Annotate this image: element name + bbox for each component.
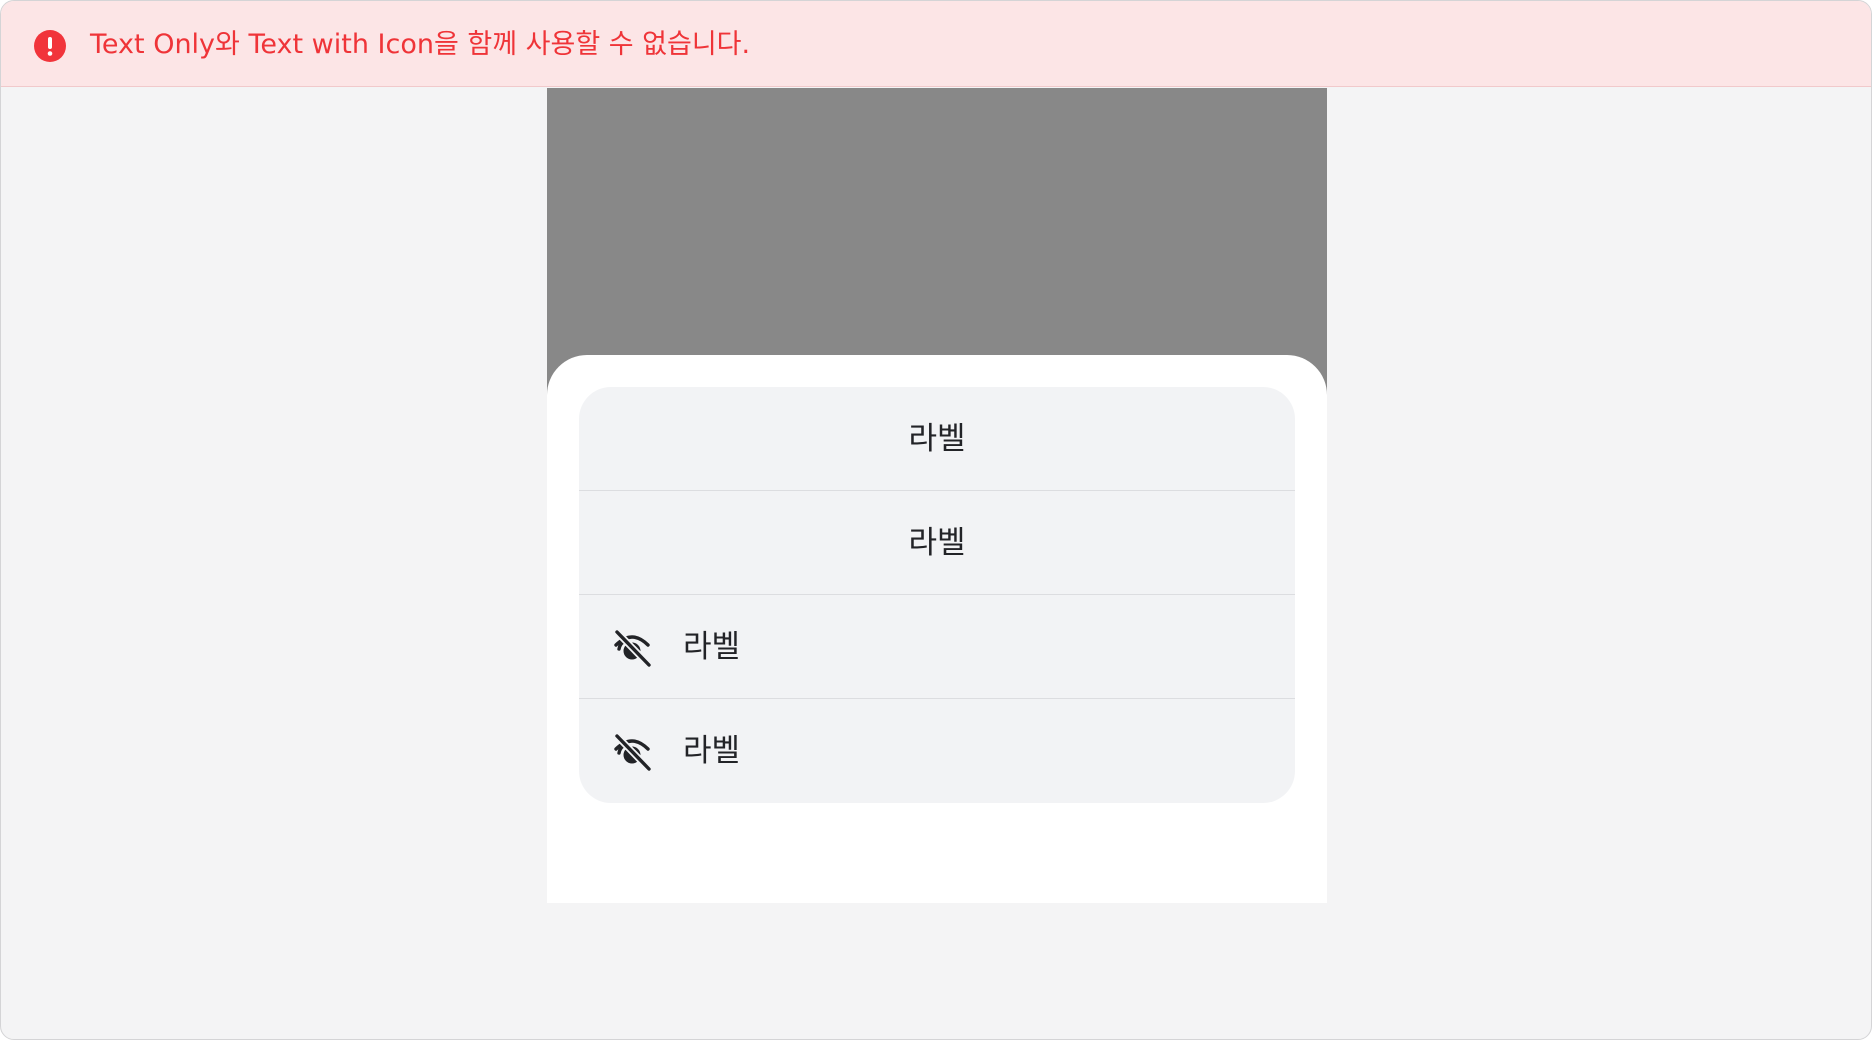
canvas-frame: Text Only와 Text with Icon을 함께 사용할 수 없습니다… — [0, 0, 1872, 1040]
action-item[interactable]: 라벨 — [579, 387, 1295, 491]
action-item[interactable]: 라벨 — [579, 491, 1295, 595]
eye-off-icon — [611, 731, 653, 773]
exclamation-circle-icon — [34, 30, 66, 62]
error-message: Text Only와 Text with Icon을 함께 사용할 수 없습니다… — [90, 29, 751, 60]
action-item[interactable]: 라벨 — [579, 595, 1295, 699]
eye-off-icon — [611, 627, 653, 669]
action-item-label: 라벨 — [683, 629, 741, 665]
bottom-sheet: 라벨 라벨 라벨 라벨 — [547, 355, 1327, 903]
action-item-label: 라벨 — [908, 421, 966, 457]
action-list: 라벨 라벨 라벨 라벨 — [579, 387, 1295, 803]
action-sheet-preview: 라벨 라벨 라벨 라벨 — [547, 88, 1327, 903]
action-item-label: 라벨 — [683, 733, 741, 769]
action-item-label: 라벨 — [908, 525, 966, 561]
action-item[interactable]: 라벨 — [579, 699, 1295, 803]
error-banner: Text Only와 Text with Icon을 함께 사용할 수 없습니다… — [1, 1, 1871, 87]
